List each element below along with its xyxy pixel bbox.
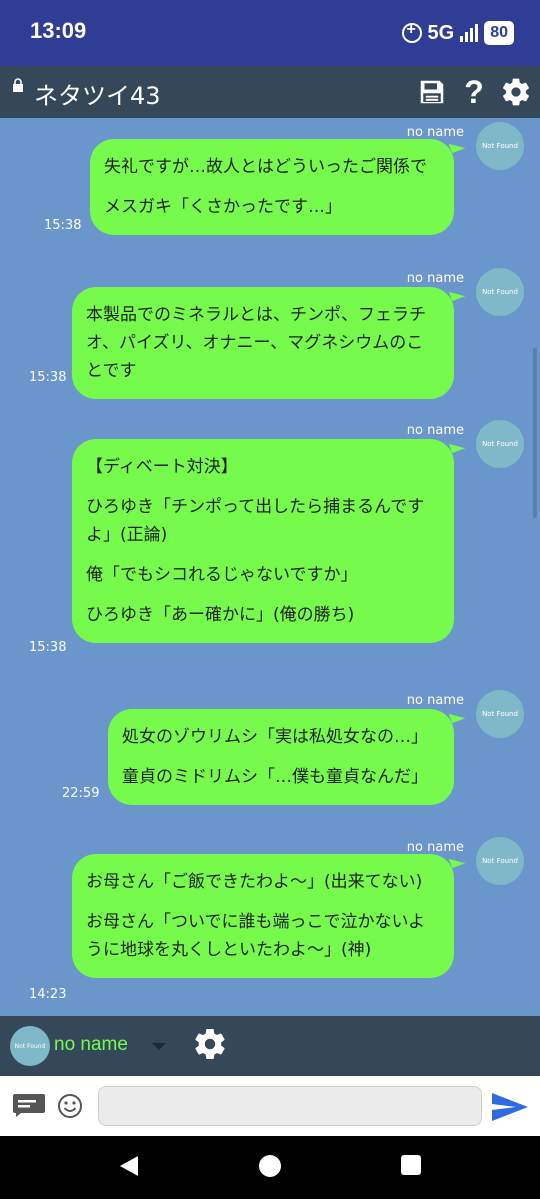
message-type-icon[interactable] [12, 1093, 46, 1117]
message-bubble[interactable]: 本製品でのミネラルとは、チンポ、フェラチオ、パイズリ、オナニー、マグネシウムのこ… [72, 287, 454, 399]
input-bar [0, 1076, 540, 1136]
sender-name[interactable]: no name [54, 1034, 128, 1056]
message-line: 俺「でもシコれるじゃないですか」 [86, 565, 358, 585]
message-line: メスガキ「くさかったです…」 [104, 197, 342, 217]
recents-icon[interactable] [400, 1154, 422, 1176]
message-time: 14:23 [29, 987, 67, 1002]
back-icon[interactable] [118, 1154, 140, 1178]
status-bar: 13:09 5G 80 [0, 0, 540, 66]
signal-icon [460, 24, 479, 42]
message-line: 童貞のミドリムシ「…僕も童貞なんだ」 [122, 767, 428, 787]
home-icon[interactable] [258, 1154, 282, 1178]
message-line: 失礼ですが…故人とはどういったご関係で [104, 157, 427, 177]
message-bubble[interactable]: 【ディベート対決】 ひろゆき「チンポって出したら捕まるんですよ」(正論) 俺「で… [72, 439, 454, 643]
chevron-down-icon[interactable] [152, 1043, 166, 1050]
app-bar: ネタツイ43 ? [0, 66, 540, 118]
message-bubble[interactable]: お母さん「ご飯できたわよ〜」(出来てない) お母さん「ついでに誰も端っこで泣かな… [72, 854, 454, 978]
status-icons: 5G 80 [401, 18, 514, 48]
message-sender: no name [406, 271, 464, 286]
message-line: ひろゆき「チンポって出したら捕まるんですよ」(正論) [86, 497, 425, 545]
data-saver-icon [401, 21, 422, 43]
lock-icon [13, 78, 23, 92]
emoji-icon[interactable] [57, 1093, 83, 1119]
settings-button[interactable] [500, 74, 532, 110]
avatar[interactable]: Not Found [476, 690, 524, 738]
message-line: 処女のゾウリムシ「実は私処女なの…」 [122, 727, 428, 747]
chat-scrollbar[interactable] [533, 348, 537, 518]
message-line: ひろゆき「あー確かに」(俺の勝ち) [86, 605, 355, 625]
sender-bar: Not Found no name [0, 1016, 540, 1076]
save-icon [420, 80, 444, 104]
status-time: 13:09 [30, 18, 87, 43]
chat-area[interactable]: no name Not Found 失礼ですが…故人とはどういったご関係で メス… [0, 118, 540, 1016]
system-nav-bar [0, 1136, 540, 1199]
help-button[interactable]: ? [458, 74, 490, 110]
message-line: お母さん「ついでに誰も端っこで泣かないように地球を丸くしといたわよ〜」(神) [86, 912, 426, 960]
avatar[interactable]: Not Found [476, 837, 524, 885]
avatar[interactable]: Not Found [476, 122, 524, 170]
page-title: ネタツイ43 [34, 82, 161, 110]
message-time: 15:38 [29, 640, 67, 655]
gear-icon [503, 78, 529, 106]
message-sender: no name [406, 125, 464, 140]
message-input[interactable] [98, 1086, 482, 1126]
message-sender: no name [406, 840, 464, 855]
message-time: 15:38 [29, 370, 67, 385]
gear-icon [195, 1029, 225, 1060]
battery-level: 80 [484, 21, 514, 45]
network-type: 5G [427, 21, 455, 44]
message-sender: no name [406, 423, 464, 438]
message-sender: no name [406, 693, 464, 708]
message-time: 15:38 [44, 218, 82, 233]
save-button[interactable] [416, 74, 448, 110]
message-line: 本製品でのミネラルとは、チンポ、フェラチオ、パイズリ、オナニー、マグネシウムのこ… [86, 305, 426, 381]
message-time: 22:59 [62, 786, 100, 801]
message-line: お母さん「ご飯できたわよ〜」(出来てない) [86, 872, 423, 892]
sender-settings-button[interactable] [192, 1026, 228, 1066]
message-bubble[interactable]: 失礼ですが…故人とはどういったご関係で メスガキ「くさかったです…」 [90, 139, 454, 235]
avatar[interactable]: Not Found [476, 268, 524, 316]
avatar[interactable]: Not Found [476, 420, 524, 468]
sender-avatar[interactable]: Not Found [10, 1026, 50, 1066]
send-icon[interactable] [490, 1091, 530, 1123]
message-bubble[interactable]: 処女のゾウリムシ「実は私処女なの…」 童貞のミドリムシ「…僕も童貞なんだ」 [108, 709, 454, 805]
message-line: 【ディベート対決】 [86, 457, 238, 477]
